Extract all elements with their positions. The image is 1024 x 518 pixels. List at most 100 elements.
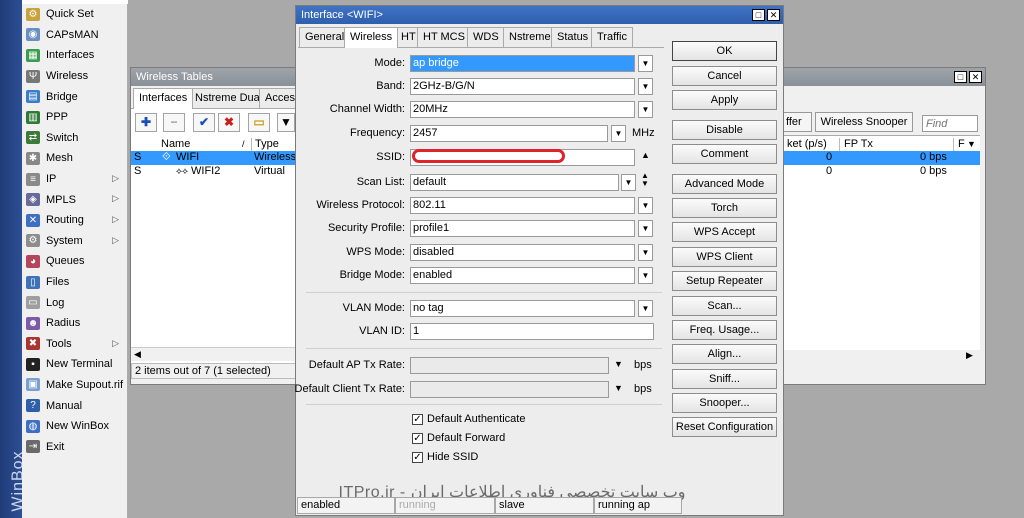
align-button[interactable]: Align...	[672, 344, 777, 364]
menu-item-capsman[interactable]: ◉ CAPsMAN	[22, 25, 127, 46]
tab-wds[interactable]: WDS	[467, 27, 505, 47]
frequency-dropdown-icon[interactable]: ▼	[611, 125, 626, 142]
default-ap-tx-rate-dropdown-icon[interactable]: ▼	[614, 359, 623, 369]
sniff-button[interactable]: Sniff...	[672, 369, 777, 389]
table-row[interactable]: 0 0 bps	[784, 151, 980, 165]
setup-repeater-button[interactable]: Setup Repeater	[672, 271, 777, 291]
horizontal-scrollbar[interactable]: ◀	[131, 347, 297, 361]
disable-button[interactable]: Disable	[672, 120, 777, 140]
default-ap-tx-rate-input[interactable]	[410, 357, 609, 374]
menu-item-system[interactable]: ⚙ System ▷	[22, 231, 127, 252]
advanced-mode-button[interactable]: Advanced Mode	[672, 174, 777, 194]
column-name[interactable]: Name	[158, 138, 252, 151]
column-menu-icon[interactable]: ▼	[967, 138, 976, 151]
sniffer-button[interactable]: ffer	[784, 112, 812, 132]
find-input[interactable]	[922, 115, 978, 132]
tab-nstreme[interactable]: Nstreme	[503, 27, 557, 47]
menu-item-manual[interactable]: ? Manual	[22, 395, 127, 416]
default-forward-checkbox[interactable]: ✓ Default Forward	[412, 432, 505, 444]
menu-item-wireless[interactable]: Ψ Wireless	[22, 66, 127, 87]
apply-button[interactable]: Apply	[672, 90, 777, 110]
mode-select[interactable]: ap bridge	[410, 55, 635, 72]
table-row[interactable]: S ⟐ WIFI Wireless	[131, 151, 297, 165]
scan-list-dropdown-icon[interactable]: ▼	[621, 174, 636, 191]
frequency-select[interactable]: 2457	[410, 125, 608, 142]
scroll-left-icon[interactable]: ◀	[134, 348, 141, 361]
comment-icon[interactable]: ▭	[248, 113, 270, 132]
disable-button[interactable]: ✖	[218, 113, 240, 132]
table-row[interactable]: 0 0 bps	[784, 165, 980, 179]
scan-list-updown-icon[interactable]: ▲ ▼	[641, 172, 649, 188]
wireless-snooper-button[interactable]: Wireless Snooper	[815, 112, 913, 132]
menu-item-tools[interactable]: ✖ Tools ▷	[22, 334, 127, 355]
bridge-mode-select[interactable]: enabled	[410, 267, 635, 284]
menu-item-queues[interactable]: ◕ Queues	[22, 251, 127, 272]
menu-item-make-supout-rif[interactable]: ▣ Make Supout.rif	[22, 375, 127, 396]
menu-item-mesh[interactable]: ✱ Mesh	[22, 148, 127, 169]
hide-ssid-checkbox[interactable]: ✓ Hide SSID	[412, 451, 478, 463]
comment-button[interactable]: Comment	[672, 144, 777, 164]
mode-dropdown-icon[interactable]: ▼	[638, 55, 653, 72]
add-button[interactable]: ✚	[135, 113, 157, 132]
menu-item-ip[interactable]: ≡ IP ▷	[22, 169, 127, 190]
menu-item-exit[interactable]: ⇥ Exit	[22, 436, 127, 457]
dialog-maximize-icon[interactable]: □	[752, 9, 765, 21]
security-profile-select[interactable]: profile1	[410, 220, 635, 237]
ok-button[interactable]: OK	[672, 41, 777, 61]
wps-accept-button[interactable]: WPS Accept	[672, 222, 777, 242]
band-dropdown-icon[interactable]: ▼	[638, 78, 653, 95]
wps-client-button[interactable]: WPS Client	[672, 247, 777, 267]
tab-traffic[interactable]: Traffic	[591, 27, 633, 47]
menu-item-log[interactable]: ▭ Log	[22, 292, 127, 313]
checkbox-check-icon[interactable]: ✓	[412, 451, 423, 463]
menu-item-switch[interactable]: ⇄ Switch	[22, 128, 127, 149]
band-select[interactable]: 2GHz-B/G/N	[410, 78, 635, 95]
default-client-tx-rate-dropdown-icon[interactable]: ▼	[614, 383, 623, 393]
column-packets[interactable]: ket (p/s)	[784, 138, 840, 151]
menu-item-routing[interactable]: ✕ Routing ▷	[22, 210, 127, 231]
menu-item-new-winbox[interactable]: ◍ New WinBox	[22, 416, 127, 437]
reset-configuration-button[interactable]: Reset Configuration	[672, 417, 777, 437]
vlan-mode-dropdown-icon[interactable]: ▼	[638, 300, 653, 317]
wireless-protocol-dropdown-icon[interactable]: ▼	[638, 197, 653, 214]
freq-usage-button[interactable]: Freq. Usage...	[672, 320, 777, 340]
channel-width-select[interactable]: 20MHz	[410, 101, 635, 118]
dialog-titlebar[interactable]: Interface <WIFI>	[296, 6, 783, 24]
menu-item-interfaces[interactable]: ▦ Interfaces	[22, 45, 127, 66]
menu-item-radius[interactable]: ☻ Radius	[22, 313, 127, 334]
menu-item-ppp[interactable]: ▥ PPP	[22, 107, 127, 128]
wps-mode-dropdown-icon[interactable]: ▼	[638, 244, 653, 261]
column-more[interactable]: F	[955, 138, 965, 151]
cancel-button[interactable]: Cancel	[672, 66, 777, 86]
maximize-icon[interactable]: □	[954, 71, 967, 83]
enable-button[interactable]: ✔	[193, 113, 215, 132]
column-type[interactable]: Type	[252, 138, 298, 151]
tab-general[interactable]: General	[299, 27, 351, 47]
ssid-collapse-icon[interactable]: ▲	[641, 150, 650, 160]
scan-list-select[interactable]: default	[410, 174, 619, 191]
default-authenticate-checkbox[interactable]: ✓ Default Authenticate	[412, 413, 525, 425]
vlan-id-input[interactable]: 1	[410, 323, 654, 340]
bridge-mode-dropdown-icon[interactable]: ▼	[638, 267, 653, 284]
tab-wireless[interactable]: Wireless	[344, 27, 399, 48]
menu-item-files[interactable]: ▯ Files	[22, 272, 127, 293]
vlan-mode-select[interactable]: no tag	[410, 300, 635, 317]
tab-nstreme-dual[interactable]: Nstreme Dual	[189, 88, 269, 108]
checkbox-check-icon[interactable]: ✓	[412, 432, 423, 444]
channel-width-dropdown-icon[interactable]: ▼	[638, 101, 653, 118]
snooper-button[interactable]: Snooper...	[672, 393, 777, 413]
scan-button[interactable]: Scan...	[672, 296, 777, 316]
remove-button[interactable]: −	[163, 113, 185, 132]
wireless-protocol-select[interactable]: 802.11	[410, 197, 635, 214]
wps-mode-select[interactable]: disabled	[410, 244, 635, 261]
close-icon[interactable]: ✕	[969, 71, 982, 83]
checkbox-check-icon[interactable]: ✓	[412, 413, 423, 425]
tab-ht-mcs[interactable]: HT MCS	[417, 27, 471, 47]
menu-item-mpls[interactable]: ◈ MPLS ▷	[22, 189, 127, 210]
scroll-right-icon[interactable]: ▶	[966, 349, 973, 362]
menu-item-bridge[interactable]: ▤ Bridge	[22, 86, 127, 107]
dialog-close-icon[interactable]: ✕	[767, 9, 780, 21]
tab-interfaces[interactable]: Interfaces	[133, 88, 194, 109]
torch-button[interactable]: Torch	[672, 198, 777, 218]
menu-item-quick-set[interactable]: ⚙ Quick Set	[22, 4, 127, 25]
